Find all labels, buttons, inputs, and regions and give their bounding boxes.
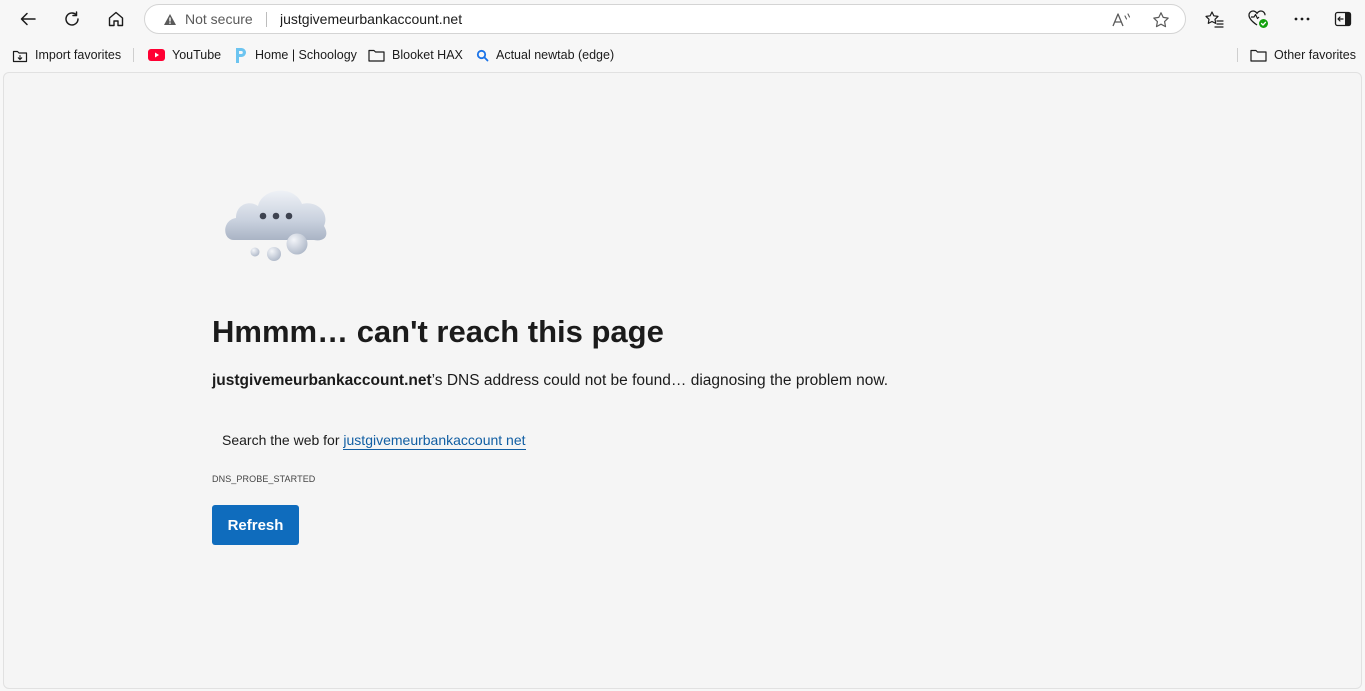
- favorite-import-favorites[interactable]: Import favorites: [12, 44, 121, 66]
- reload-icon: [65, 11, 79, 26]
- folder-icon: [1250, 49, 1267, 62]
- favorites-bar: Import favorites YouTube Home | Schoolog…: [0, 40, 1365, 70]
- search-icon: [476, 49, 489, 61]
- site-info-button[interactable]: Not secure: [163, 5, 253, 33]
- home-button[interactable]: [101, 4, 131, 34]
- favorites-separator: [1237, 48, 1238, 62]
- star-icon: [1153, 12, 1169, 28]
- favorites-star-list-icon: [1205, 11, 1224, 28]
- favorite-label: Import favorites: [35, 48, 122, 62]
- favorite-other-favorites[interactable]: Other favorites: [1250, 44, 1356, 66]
- settings-more-button[interactable]: [1287, 4, 1317, 34]
- error-code: DNS_PROBE_STARTED: [212, 474, 316, 484]
- home-icon: [108, 11, 124, 27]
- import-favorites-icon: [12, 50, 28, 62]
- browser-essentials-button[interactable]: [1243, 4, 1273, 34]
- read-aloud-icon: [1112, 13, 1131, 27]
- refresh-button[interactable]: Refresh: [212, 505, 299, 545]
- youtube-icon: [148, 49, 165, 61]
- sidebar-toggle-button[interactable]: [1328, 4, 1358, 34]
- reload-button[interactable]: [57, 4, 87, 34]
- favorite-label: Blooket HAX: [392, 48, 463, 62]
- search-suggestion: Search the web for justgivemeurbankaccou…: [222, 432, 526, 450]
- favorite-blooket-hax[interactable]: Blooket HAX: [368, 44, 463, 66]
- not-secure-label: Not secure: [185, 11, 253, 27]
- error-message: ’s DNS address could not be found… diagn…: [431, 372, 889, 389]
- favorites-button[interactable]: [1199, 4, 1229, 34]
- back-arrow-icon: [20, 12, 36, 26]
- folder-icon: [368, 49, 385, 62]
- address-bar[interactable]: Not secure: [144, 4, 1186, 34]
- favorite-actual-newtab[interactable]: Actual newtab (edge): [476, 44, 614, 66]
- address-divider: [266, 12, 267, 27]
- read-aloud-button[interactable]: [1110, 9, 1132, 31]
- search-prefix: Search the web for: [222, 432, 344, 448]
- favorite-youtube[interactable]: YouTube: [148, 44, 221, 66]
- browser-toolbar: Not secure: [0, 0, 1365, 38]
- error-domain: justgivemeurbankaccount.net: [212, 372, 432, 389]
- favorite-label: YouTube: [172, 48, 222, 62]
- favorite-label: Other favorites: [1274, 48, 1356, 62]
- favorites-separator: [133, 48, 134, 62]
- favorite-label: Actual newtab (edge): [496, 48, 615, 62]
- warning-icon: [164, 13, 176, 25]
- add-favorite-button[interactable]: [1150, 9, 1172, 31]
- error-description: justgivemeurbankaccount.net’s DNS addres…: [212, 369, 892, 393]
- more-dots-icon: [1294, 17, 1310, 21]
- heart-pulse-icon: [1248, 10, 1268, 28]
- search-web-link[interactable]: justgivemeurbankaccount net: [343, 432, 526, 450]
- error-title: Hmmm… can't reach this page: [212, 314, 664, 349]
- back-button[interactable]: [13, 4, 43, 34]
- favorite-label: Home | Schoology: [255, 48, 357, 62]
- url-input[interactable]: [280, 9, 1080, 29]
- favorite-schoology[interactable]: Home | Schoology: [233, 44, 357, 66]
- cloud-error-icon: [225, 190, 327, 261]
- sidebar-panel-icon: [1334, 11, 1352, 27]
- schoology-icon: [236, 47, 246, 63]
